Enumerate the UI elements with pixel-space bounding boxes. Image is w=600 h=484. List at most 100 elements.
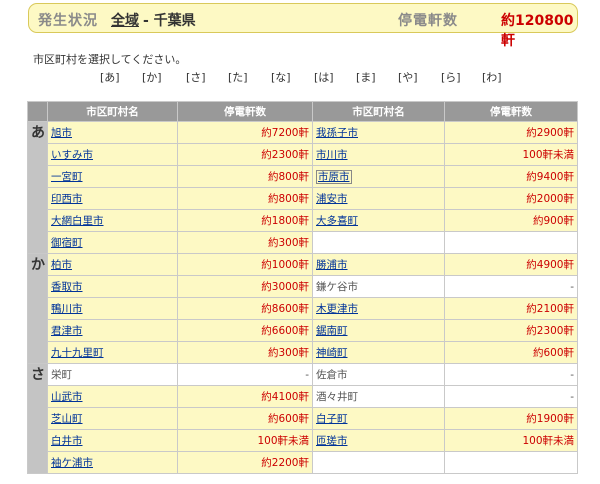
municipality-cell: 佐倉市 xyxy=(312,363,445,386)
municipality-cell: 芝山町 xyxy=(47,407,178,430)
municipality-cell: 市川市 xyxy=(312,143,445,166)
municipality-cell xyxy=(312,231,445,254)
kana-link-wa[interactable]: [わ] xyxy=(482,69,502,85)
kana-link-ha[interactable]: [は] xyxy=(314,69,334,85)
municipality-cell: 勝浦市 xyxy=(312,253,445,276)
outage-count-cell: - xyxy=(177,363,313,386)
municipality-link[interactable]: 一宮町 xyxy=(51,171,83,183)
kana-link-ra[interactable]: [ら] xyxy=(441,69,461,85)
municipality-cell: 九十九里町 xyxy=(47,341,178,364)
outage-count-cell: 100軒未満 xyxy=(444,429,578,452)
municipality-link[interactable]: 木更津市 xyxy=(316,303,358,315)
municipality-link[interactable]: いすみ市 xyxy=(51,149,93,161)
table-row: 君津市 約6600軒 鋸南町 約2300軒 xyxy=(28,319,578,342)
kana-link-a[interactable]: [あ] xyxy=(100,69,120,85)
kana-link-ka[interactable]: [か] xyxy=(142,69,162,85)
outage-count-cell: 約600軒 xyxy=(444,341,578,364)
municipality-link[interactable]: 匝瑳市 xyxy=(316,435,348,447)
municipality-link[interactable]: 柏市 xyxy=(51,259,72,271)
municipality-cell: 白井市 xyxy=(47,429,178,452)
outage-count-cell: - xyxy=(444,363,578,386)
kana-link-ta[interactable]: [た] xyxy=(228,69,248,85)
municipality-cell: 大網白里市 xyxy=(47,209,178,232)
outage-count-cell xyxy=(444,451,578,474)
kana-section-label: か xyxy=(27,253,48,364)
header-corner xyxy=(27,101,48,122)
table-row: さ栄町 - 佐倉市 - xyxy=(27,363,578,474)
municipality-link[interactable]: 我孫子市 xyxy=(316,127,358,139)
table-row: 香取市 約3000軒 鎌ケ谷市 - xyxy=(28,275,578,298)
outage-count-cell: 約6600軒 xyxy=(177,319,313,342)
municipality-cell: 酒々井町 xyxy=(312,385,445,408)
municipality-link[interactable]: 白井市 xyxy=(51,435,83,447)
municipality-link[interactable]: 御宿町 xyxy=(51,237,83,249)
municipality-link[interactable]: 市川市 xyxy=(316,149,348,161)
outage-count-cell: 100軒未満 xyxy=(177,429,313,452)
municipality-cell: 鋸南町 xyxy=(312,319,445,342)
outage-total-label: 停電軒数 xyxy=(398,13,458,29)
outage-count-cell: 約2000軒 xyxy=(444,187,578,210)
municipality-link[interactable]: 白子町 xyxy=(316,413,348,425)
municipality-cell: 我孫子市 xyxy=(312,121,445,144)
region-all-link[interactable]: 全域 xyxy=(111,10,139,30)
municipality-link[interactable]: 神崎町 xyxy=(316,347,348,359)
municipality-link[interactable]: 大網白里市 xyxy=(51,215,104,227)
table-row: 白井市 100軒未満 匝瑳市 100軒未満 xyxy=(28,429,578,452)
outage-count-cell: 約800軒 xyxy=(177,165,313,188)
municipality-link[interactable]: 鋸南町 xyxy=(316,325,348,337)
table-row: 御宿町 約300軒 xyxy=(28,231,578,254)
outage-count-cell: 約7200軒 xyxy=(177,121,313,144)
kana-link-ya[interactable]: [や] xyxy=(398,69,418,85)
municipality-link[interactable]: 袖ケ浦市 xyxy=(51,457,93,469)
municipality-cell: いすみ市 xyxy=(47,143,178,166)
municipality-cell: 市原市 xyxy=(312,165,445,188)
outage-table: 市区町村名 停電軒数 市区町村名 停電軒数 あ旭市 約7200軒 我孫子市 約2900… xyxy=(27,101,578,474)
municipality-link[interactable]: 浦安市 xyxy=(316,193,348,205)
outage-count-cell: 約8600軒 xyxy=(177,297,313,320)
select-instruction: 市区町村を選択してください。 xyxy=(33,53,187,66)
outage-count-cell: 約1900軒 xyxy=(444,407,578,430)
municipality-cell: 大多喜町 xyxy=(312,209,445,232)
municipality-cell: 君津市 xyxy=(47,319,178,342)
municipality-cell: 柏市 xyxy=(47,253,178,276)
municipality-cell: 袖ケ浦市 xyxy=(47,451,178,474)
municipality-link[interactable]: 市原市 xyxy=(316,170,352,184)
outage-count-cell: 約4100軒 xyxy=(177,385,313,408)
outage-count-cell: 約2100軒 xyxy=(444,297,578,320)
outage-count-cell: 約800軒 xyxy=(177,187,313,210)
outage-count-cell: 約600軒 xyxy=(177,407,313,430)
kana-link-na[interactable]: [な] xyxy=(271,69,291,85)
municipality-link[interactable]: 大多喜町 xyxy=(316,215,358,227)
table-row: いすみ市 約2300軒 市川市 100軒未満 xyxy=(28,143,578,166)
municipality-link[interactable]: 山武市 xyxy=(51,391,83,403)
table-row: 印西市 約800軒 浦安市 約2000軒 xyxy=(28,187,578,210)
outage-count-cell: - xyxy=(444,275,578,298)
kana-link-ma[interactable]: [ま] xyxy=(356,69,376,85)
municipality-link[interactable]: 君津市 xyxy=(51,325,83,337)
municipality-link[interactable]: 鴨川市 xyxy=(51,303,83,315)
municipality-cell: 鴨川市 xyxy=(47,297,178,320)
municipality-cell: 木更津市 xyxy=(312,297,445,320)
table-row: 芝山町 約600軒 白子町 約1900軒 xyxy=(28,407,578,430)
municipality-link[interactable]: 旭市 xyxy=(51,127,72,139)
outage-count-cell: 約4900軒 xyxy=(444,253,578,276)
outage-count-cell: 約1800軒 xyxy=(177,209,313,232)
municipality-link[interactable]: 九十九里町 xyxy=(51,347,104,359)
municipality-cell: 鎌ケ谷市 xyxy=(312,275,445,298)
table-row: あ旭市 約7200軒 我孫子市 約2900軒 xyxy=(27,121,578,254)
kana-link-sa[interactable]: [さ] xyxy=(186,69,206,85)
municipality-link[interactable]: 芝山町 xyxy=(51,413,83,425)
table-header-row: 市区町村名 停電軒数 市区町村名 停電軒数 xyxy=(27,101,578,122)
municipality-link[interactable]: 勝浦市 xyxy=(316,259,348,271)
municipality-link[interactable]: 香取市 xyxy=(51,281,83,293)
outage-total-count: 約120800軒 xyxy=(501,13,574,49)
outage-count-cell: 約2300軒 xyxy=(177,143,313,166)
municipality-link[interactable]: 印西市 xyxy=(51,193,83,205)
header-municipality-right: 市区町村名 xyxy=(312,101,445,122)
outage-count-cell xyxy=(444,231,578,254)
table-row: 鴨川市 約8600軒 木更津市 約2100軒 xyxy=(28,297,578,320)
table-row: 九十九里町 約300軒 神崎町 約600軒 xyxy=(28,341,578,364)
outage-count-cell: 約1000軒 xyxy=(177,253,313,276)
municipality-cell: 山武市 xyxy=(47,385,178,408)
municipality-cell xyxy=(312,451,445,474)
